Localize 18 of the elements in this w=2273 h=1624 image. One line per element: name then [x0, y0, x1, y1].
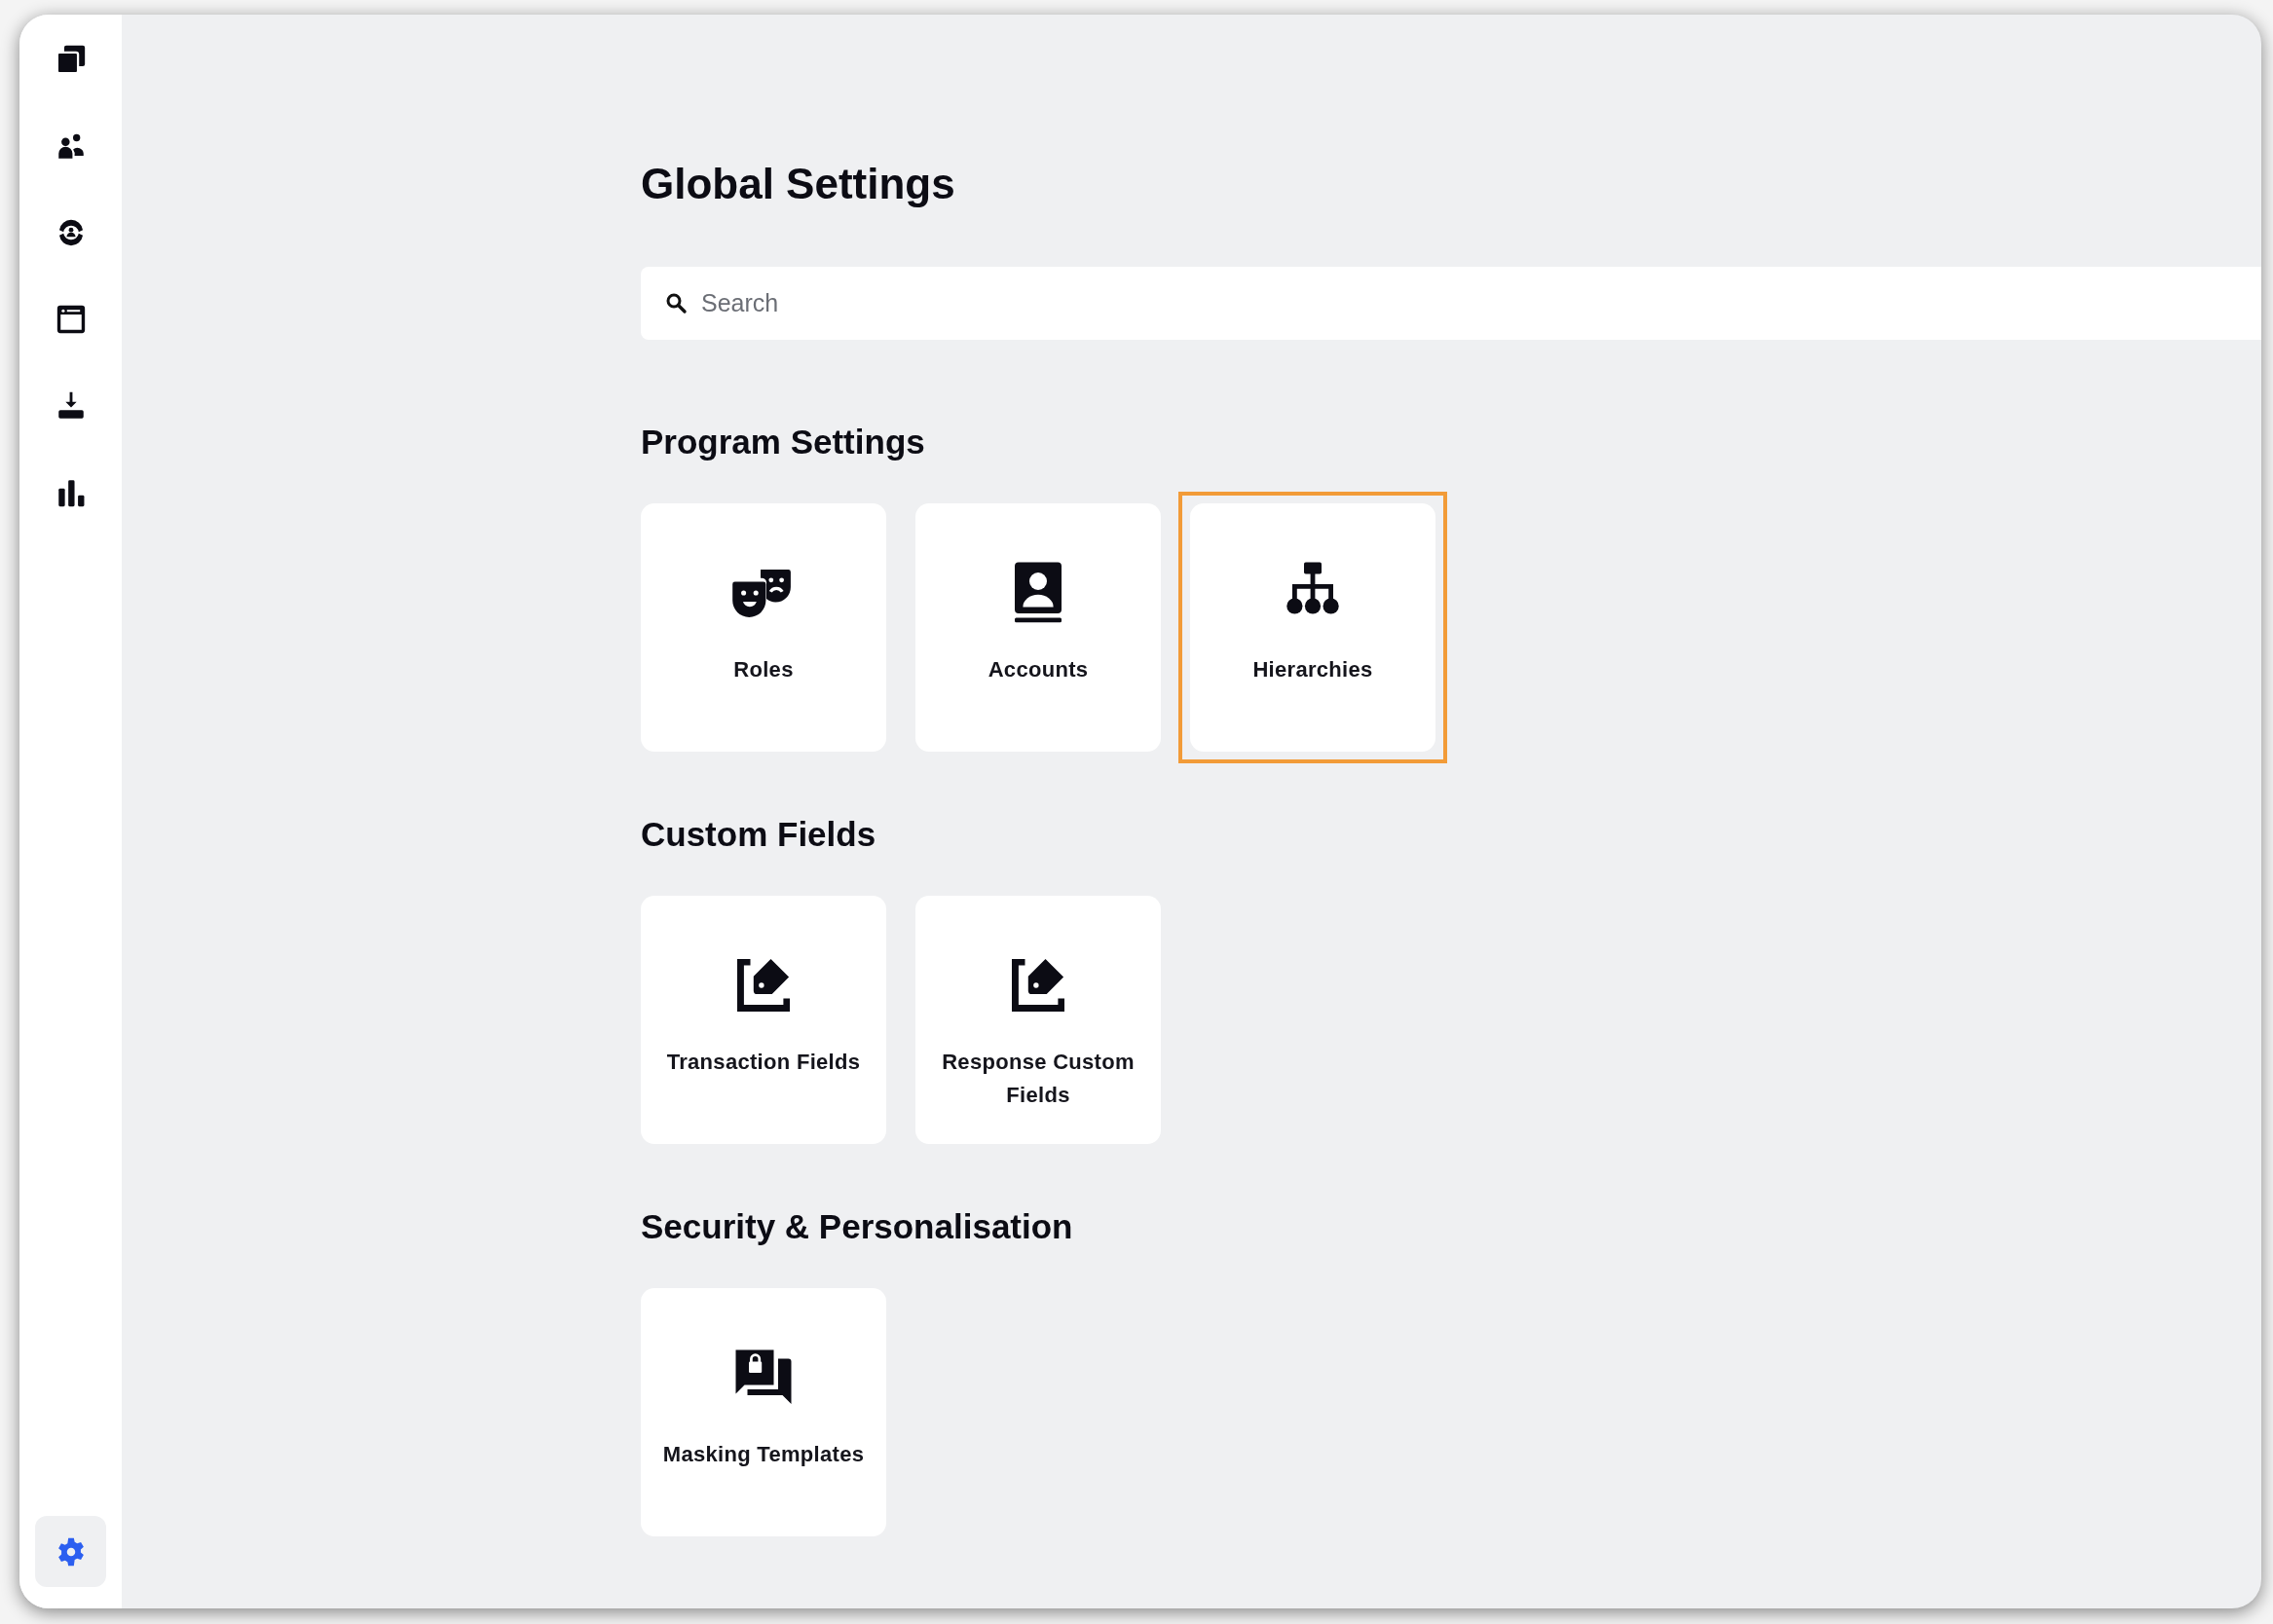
card-label: Accounts [987, 656, 1089, 683]
section-heading: Security & Personalisation [641, 1206, 1074, 1247]
settings-card[interactable]: Hierarchies [1190, 503, 1435, 752]
card-label: Masking Templates [662, 1441, 865, 1468]
search-field[interactable]: Search [641, 267, 2261, 340]
settings-button[interactable] [35, 1516, 106, 1587]
settings-card[interactable]: Masking Templates [641, 1288, 886, 1536]
settings-card[interactable]: Roles [641, 503, 886, 752]
card-label: Roles [733, 656, 794, 683]
page-title: Global Settings [641, 159, 956, 209]
card-label: Hierarchies [1252, 656, 1373, 683]
section-heading: Program Settings [641, 422, 926, 462]
card-label: Response Custom Fields [941, 1049, 1136, 1109]
settings-card[interactable]: Response Custom Fields [915, 896, 1161, 1144]
card-label: Transaction Fields [666, 1049, 861, 1076]
section-heading: Custom Fields [641, 814, 877, 855]
settings-card[interactable]: Accounts [915, 503, 1161, 752]
settings-card[interactable]: Transaction Fields [641, 896, 886, 1144]
